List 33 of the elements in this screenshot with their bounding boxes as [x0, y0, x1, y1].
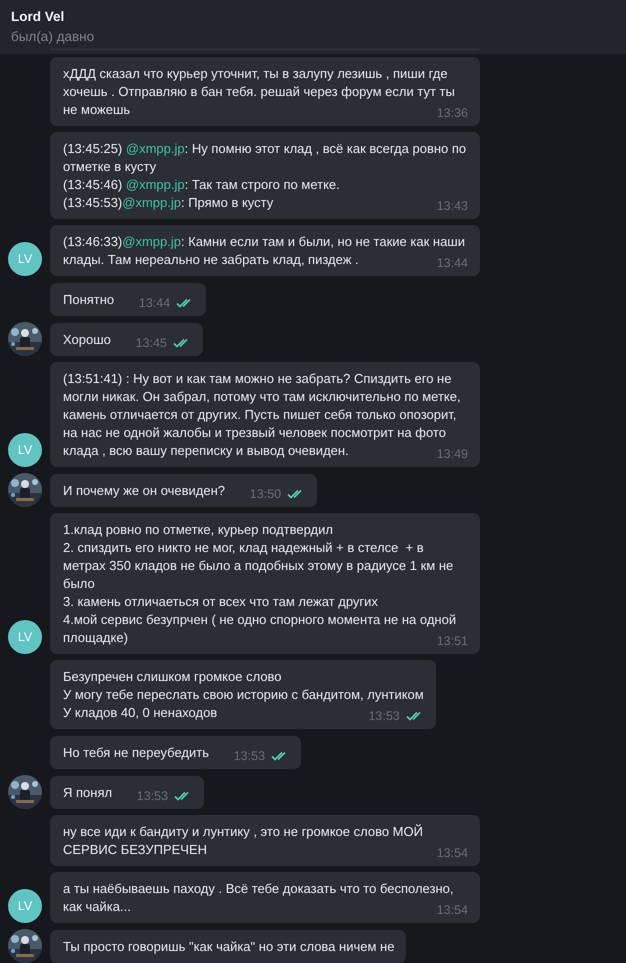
message-time: 13:53 [368, 708, 400, 725]
message-bubble: Понятно 13:44 [50, 283, 206, 316]
message-time: 13:49 [436, 446, 468, 463]
message-time: 13:44 [436, 255, 468, 272]
message-time: 13:54 [436, 845, 468, 862]
message-bubble: Но тебя не переубедить 13:53 [50, 736, 302, 769]
avatar: LV [8, 620, 42, 654]
message-bubble: 1.клад ровно по отметке, курьер подтвердил 2. спиздить его никто не мог, клад надежный + в стелсе + в метрах 350 кладов не было а подобных этому в радиусе 1 км не было 3. камень отличаеться от всех что там лежат других 4.мой сервис безупрчен ( не одно спорного момента не на одной площадке) 13:51 [50, 513, 480, 654]
avatar: LV [8, 889, 42, 923]
message-time: 13:36 [436, 105, 468, 122]
message-bubble: И почему же он очевиден? 13:50 [50, 474, 318, 507]
message-bubble: (13:46:33)@xmpp.jp: Камни если там и были, но не такие как наши клады. Там нереально не забрать клад, пиздеж . 13:44 [50, 225, 480, 276]
message-time: 13:53 [234, 748, 266, 765]
message-bubble: хДДД сказал что курьер уточнит, ты в залупу лезишь , пиши где хочешь . Отправляю в бан тебя. решай через форум если тут ты не можешь 13:36 [50, 57, 480, 126]
avatar: LV [8, 433, 42, 467]
message-bubble: (13:45:25) @xmpp.jp: Ну помню этот клад , всё как всегда ровно по отметке в кусту (13:45:46) @xmpp.jp: Так там строго по метке. (13:45:53)@xmpp.jp: Прямо в кусту 13:43 [50, 132, 480, 219]
message-time: 13:54 [436, 902, 468, 919]
message-time: 13:51 [436, 633, 468, 650]
message-bubble: (13:51:41) : Ну вот и как там можно не забрать? Спиздить его не могли никак. Он забрал, потому что там исключительно по метке, камень отличается от других. Пусть пишет себя только опозорит, на нас не одной жалобы и трезвый человек посмотрит на фото клада , всю вашу переписку и вывод очевиден. 13:49 [50, 362, 480, 467]
message-time: 13:43 [436, 198, 468, 215]
avatar: LV [8, 242, 42, 276]
message-time: 13:53 [136, 788, 168, 805]
message-time: 13:45 [136, 335, 167, 352]
message-time: 13:44 [138, 295, 170, 312]
message-bubble: а ты наёбываешь паходу . Всё тебе доказать что то бесполезно, как чайка... 13:54 [50, 872, 480, 923]
message-bubble: ну все иди к бандиту и лунтику , это не громкое слово МОЙ СЕРВИС БЕЗУПРЕЧЕН 13:54 [50, 815, 480, 866]
message-bubble: Я понял 13:53 [50, 776, 204, 809]
chat-title: Lord Vel [11, 9, 64, 24]
last-seen-status: был(а) давно [11, 29, 94, 44]
message-time: 13:50 [250, 486, 282, 503]
message-bubble: Безупречен слишком громкое слово У могу тебе переслать свою историю с бандитом, лунтиком У кладов 40, 0 ненаходов 13:53 [50, 660, 436, 729]
message-bubble: Хорошо 13:45 [50, 323, 203, 356]
message-bubble: Ты просто говоришь "как чайка" но эти слова ничем не [50, 930, 406, 963]
